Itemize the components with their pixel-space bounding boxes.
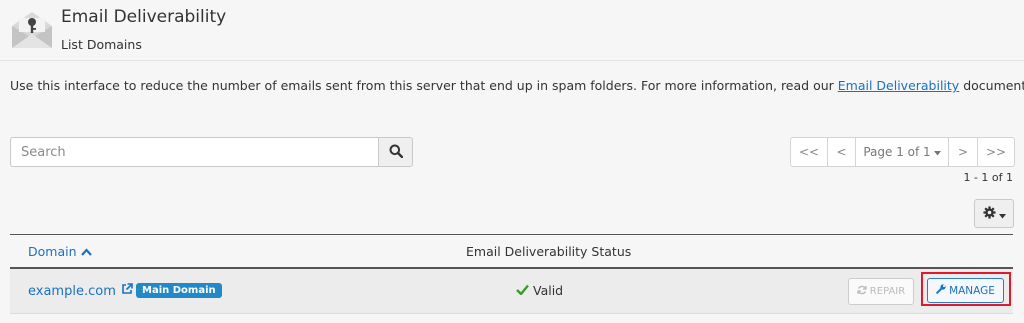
search-input[interactable] (10, 137, 387, 167)
external-link-icon (121, 283, 133, 299)
table-row: example.com Main Domain Valid REPAIR MAN… (10, 269, 1013, 314)
prev-page-button[interactable]: < (828, 137, 856, 167)
column-header-domain-label: Domain (28, 244, 77, 259)
header-divider (0, 60, 1024, 61)
settings-button[interactable] (974, 199, 1014, 228)
repair-label: REPAIR (869, 286, 906, 297)
caret-down-icon (933, 145, 941, 159)
refresh-icon (857, 285, 867, 298)
search-icon (389, 143, 403, 162)
last-page-button[interactable]: >> (978, 137, 1015, 167)
domain-link[interactable]: example.com (28, 283, 133, 299)
page-select-label: Page 1 of 1 (863, 145, 931, 159)
page-subtitle: List Domains (61, 37, 142, 52)
page-select[interactable]: Page 1 of 1 (856, 137, 949, 167)
search-button[interactable] (378, 137, 413, 167)
page-title: Email Deliverability (61, 7, 227, 27)
status-label: Valid (533, 283, 564, 298)
column-header-status: Email Deliverability Status (466, 244, 632, 259)
sort-ascending-icon (80, 244, 92, 259)
table-top-border (10, 234, 1013, 235)
gear-icon (982, 204, 996, 223)
description-text-end: documentation. (963, 78, 1024, 93)
description-text: Use this interface to reduce the number … (10, 78, 838, 93)
next-page-button[interactable]: > (949, 137, 978, 167)
column-header-domain[interactable]: Domain (28, 244, 92, 259)
page-description: Use this interface to reduce the number … (10, 78, 1024, 93)
search-group (10, 137, 413, 167)
manage-button[interactable]: MANAGE (927, 278, 1004, 303)
pagination: << < Page 1 of 1 > >> (790, 137, 1015, 167)
envelope-key-icon (10, 10, 54, 50)
wrench-icon (936, 284, 946, 297)
manage-label: MANAGE (949, 284, 995, 297)
check-icon (516, 283, 529, 298)
documentation-link[interactable]: Email Deliverability (838, 78, 959, 93)
caret-down-icon (998, 204, 1006, 223)
domain-name: example.com (28, 283, 116, 299)
results-range: 1 - 1 of 1 (963, 171, 1013, 184)
repair-button[interactable]: REPAIR (848, 278, 914, 305)
main-domain-badge: Main Domain (136, 283, 222, 298)
first-page-button[interactable]: << (790, 137, 828, 167)
deliverability-status: Valid (516, 283, 563, 298)
